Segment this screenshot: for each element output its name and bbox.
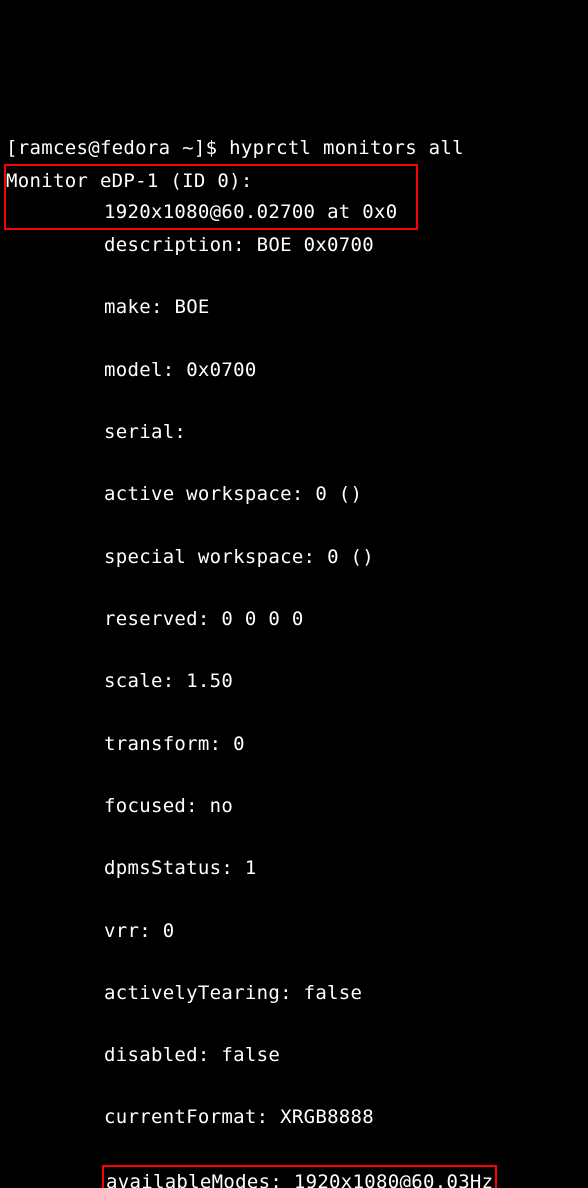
dpms-value: 1 xyxy=(245,857,257,879)
tearing-value: false xyxy=(304,982,363,1004)
scale-value: 1.50 xyxy=(186,670,233,692)
make-value: BOE xyxy=(174,296,209,318)
description-line: description: BOE 0x0700 xyxy=(6,230,582,261)
monitor-prefix-label: Monitor xyxy=(6,170,88,192)
monitor-mode: 1920x1080@60.02700 xyxy=(104,201,315,223)
format-value: XRGB8888 xyxy=(280,1106,374,1128)
vrr-line: vrr: 0 xyxy=(6,916,582,947)
vrr-label: vrr: xyxy=(104,920,151,942)
monitor-header-line: Monitor eDP-1 (ID 0): xyxy=(6,166,414,197)
monitor-name: eDP-1 xyxy=(100,170,159,192)
dpms-label: dpmsStatus: xyxy=(104,857,233,879)
modes-label: availableModes: xyxy=(106,1171,282,1188)
active-workspace-value: 0 () xyxy=(315,483,362,505)
transform-line: transform: 0 xyxy=(6,729,582,760)
tearing-line: activelyTearing: false xyxy=(6,978,582,1009)
monitor-id: 0 xyxy=(217,170,229,192)
prompt-user: ramces xyxy=(18,137,88,159)
model-label: model: xyxy=(104,359,174,381)
focused-value: no xyxy=(210,795,233,817)
description-label: description: xyxy=(104,234,245,256)
at-label: at xyxy=(327,201,350,223)
reserved-line: reserved: 0 0 0 0 xyxy=(6,604,582,635)
description-value: BOE 0x0700 xyxy=(257,234,374,256)
scale-label: scale: xyxy=(104,670,174,692)
reserved-value: 0 0 0 0 xyxy=(221,608,303,630)
format-label: currentFormat: xyxy=(104,1106,268,1128)
special-workspace-line: special workspace: 0 () xyxy=(6,542,582,573)
focused-line: focused: no xyxy=(6,791,582,822)
dpms-line: dpmsStatus: 1 xyxy=(6,853,582,884)
scale-line: scale: 1.50 xyxy=(6,666,582,697)
highlight-monitor-header: Monitor eDP-1 (ID 0):1920x1080@60.02700 … xyxy=(4,164,418,230)
make-label: make: xyxy=(104,296,163,318)
highlight-available-modes: availableModes: 1920x1080@60.03Hz xyxy=(102,1165,497,1188)
make-line: make: BOE xyxy=(6,292,582,323)
serial-line: serial: xyxy=(6,417,582,448)
model-value: 0x0700 xyxy=(186,359,256,381)
model-line: model: 0x0700 xyxy=(6,355,582,386)
disabled-line: disabled: false xyxy=(6,1040,582,1071)
special-workspace-value: 0 () xyxy=(327,546,374,568)
disabled-value: false xyxy=(221,1044,280,1066)
serial-label: serial: xyxy=(104,421,186,443)
prompt-host: fedora xyxy=(100,137,170,159)
prompt-symbol: $ xyxy=(206,137,218,159)
reserved-label: reserved: xyxy=(104,608,210,630)
vrr-value: 0 xyxy=(163,920,175,942)
active-workspace-line: active workspace: 0 () xyxy=(6,479,582,510)
active-workspace-label: active workspace: xyxy=(104,483,304,505)
transform-label: transform: xyxy=(104,733,221,755)
prompt-cwd: ~ xyxy=(182,137,194,159)
monitor-mode-line: 1920x1080@60.02700 at 0x0 xyxy=(6,197,414,228)
command-text: hyprctl monitors all xyxy=(229,137,464,159)
disabled-label: disabled: xyxy=(104,1044,210,1066)
focused-label: focused: xyxy=(104,795,198,817)
tearing-label: activelyTearing: xyxy=(104,982,292,1004)
prompt-line[interactable]: [ramces@fedora ~]$ hyprctl monitors all xyxy=(6,133,582,164)
special-workspace-label: special workspace: xyxy=(104,546,315,568)
monitor-position: 0x0 xyxy=(362,201,397,223)
format-line: currentFormat: XRGB8888 xyxy=(6,1102,582,1133)
id-prefix-label: ID xyxy=(182,170,205,192)
modes-value: 1920x1080@60.03Hz xyxy=(294,1171,494,1188)
transform-value: 0 xyxy=(233,733,245,755)
modes-line-wrapper: availableModes: 1920x1080@60.03Hz xyxy=(6,1165,582,1188)
